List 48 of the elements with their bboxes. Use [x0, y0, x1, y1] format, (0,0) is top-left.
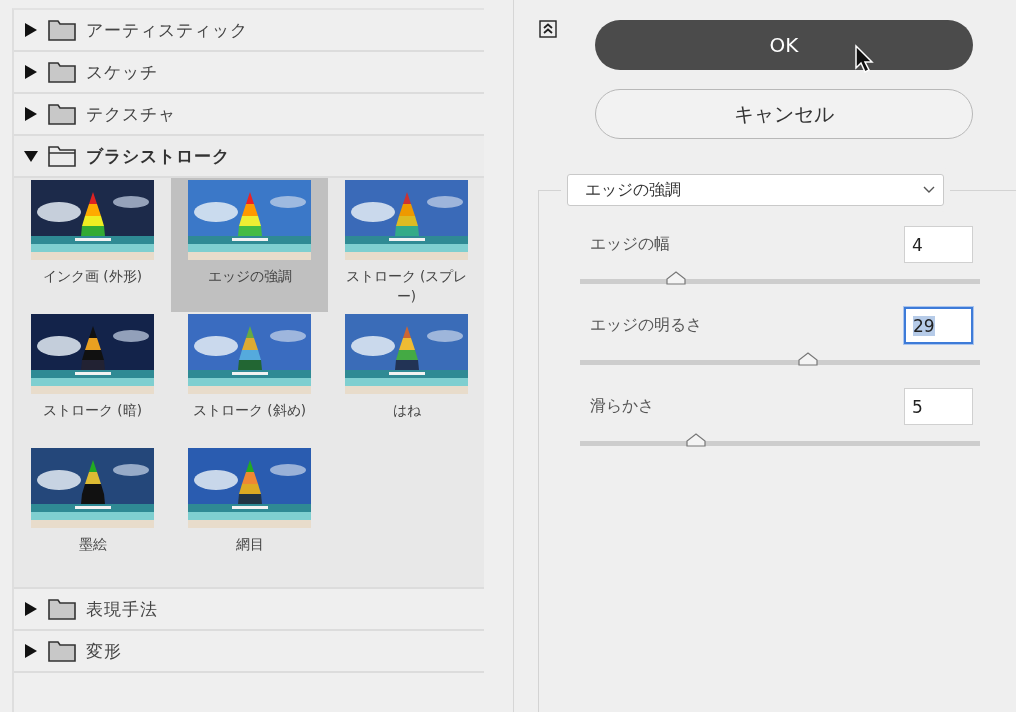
- setting-label: エッジの幅: [590, 234, 670, 255]
- slider-thumb[interactable]: [798, 352, 818, 366]
- category-label: 表現手法: [86, 597, 158, 621]
- setting-label: エッジの明るさ: [590, 315, 702, 336]
- filter-label: ストローク (暗): [42, 401, 143, 420]
- chevron-down-icon: [923, 186, 935, 194]
- filter-label: はね: [391, 401, 422, 420]
- value-field[interactable]: 4: [904, 226, 973, 263]
- filter-label: ストローク (斜め): [192, 401, 307, 420]
- setting-label: 滑らかさ: [590, 396, 654, 417]
- filter-label: エッジの強調: [206, 267, 293, 286]
- mouse-cursor-icon: [854, 44, 876, 74]
- expand-triangle-icon[interactable]: [24, 65, 38, 79]
- folder-icon: [48, 103, 76, 125]
- filter-thumbnail-item[interactable]: はね: [328, 312, 485, 446]
- expand-triangle-icon[interactable]: [24, 602, 38, 616]
- filter-thumbnail-item[interactable]: ストローク (暗): [14, 312, 171, 446]
- ok-button[interactable]: OK: [595, 20, 973, 70]
- filter-thumbnail-item[interactable]: 墨絵: [14, 446, 171, 580]
- slider-thumb[interactable]: [686, 433, 706, 447]
- open-folder-icon: [48, 145, 76, 167]
- filter-thumbnail-item[interactable]: ストローク (斜め): [171, 312, 328, 446]
- filter-label: インク画 (外形): [42, 267, 143, 286]
- collapse-icon[interactable]: [539, 20, 557, 38]
- filter-thumbnail-item[interactable]: インク画 (外形): [14, 178, 171, 312]
- slider-thumb[interactable]: [666, 271, 686, 285]
- expand-triangle-icon[interactable]: [24, 23, 38, 37]
- value-field[interactable]: 5: [904, 388, 973, 425]
- folder-icon: [48, 19, 76, 41]
- filter-thumbnail-item[interactable]: ストローク (スプレー): [328, 178, 485, 312]
- filter-label: 墨絵: [77, 535, 108, 554]
- category-label: アーティスティック: [86, 18, 248, 42]
- folder-icon: [48, 640, 76, 662]
- filter-label: ストローク (スプレー): [344, 267, 469, 306]
- expand-triangle-icon[interactable]: [24, 644, 38, 658]
- filter-label: 網目: [234, 535, 265, 554]
- category-label: テクスチャ: [86, 102, 176, 126]
- category-label: スケッチ: [86, 60, 158, 84]
- category-label: 変形: [86, 639, 122, 663]
- filter-thumbnail-item[interactable]: エッジの強調: [171, 178, 328, 312]
- filter-thumbnail-item[interactable]: 網目: [171, 446, 328, 580]
- cancel-button[interactable]: キャンセル: [595, 89, 973, 139]
- value-field[interactable]: 29: [904, 307, 973, 344]
- folder-icon: [48, 61, 76, 83]
- category-label: ブラシストローク: [86, 144, 230, 168]
- expand-triangle-icon[interactable]: [24, 107, 38, 121]
- folder-icon: [48, 598, 76, 620]
- collapse-triangle-icon[interactable]: [24, 149, 38, 163]
